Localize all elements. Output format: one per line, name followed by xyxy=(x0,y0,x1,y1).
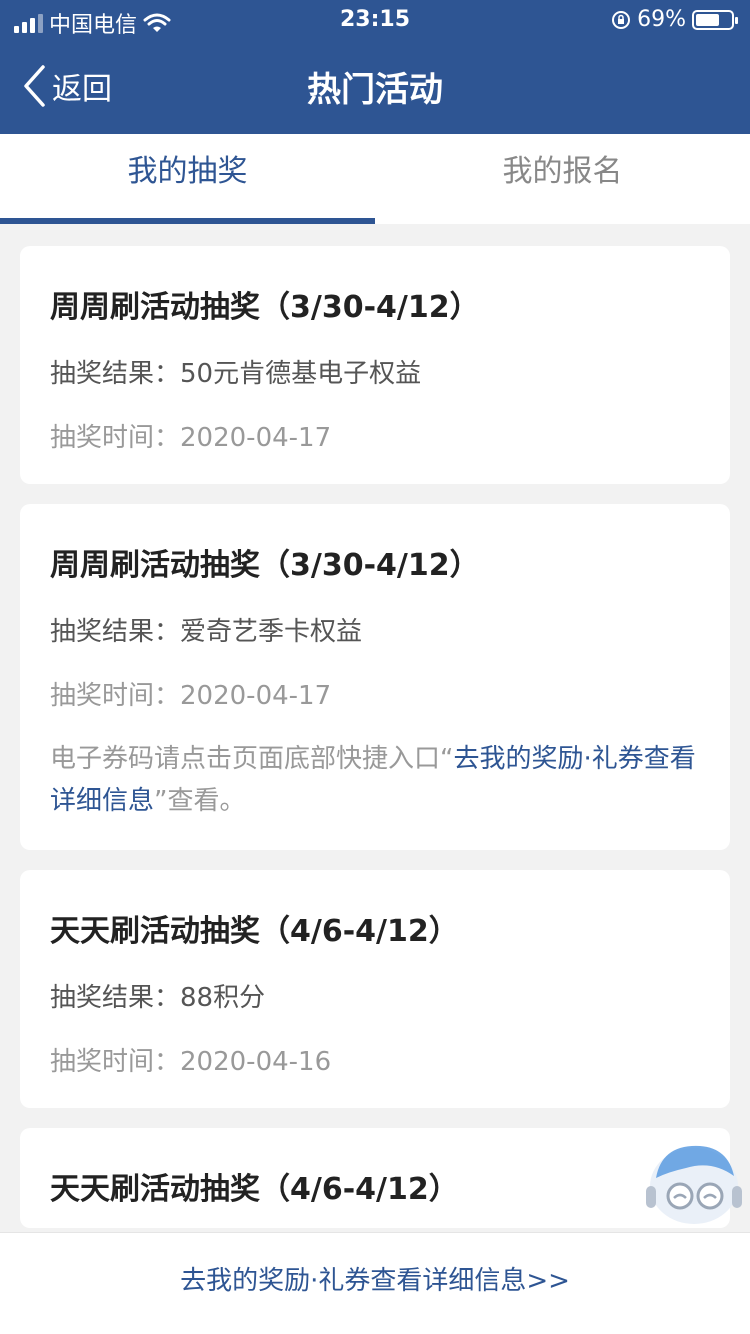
date-row: 抽奖时间：2020-04-17 xyxy=(50,678,700,714)
result-label: 抽奖结果： xyxy=(50,617,181,647)
tab-my-registration[interactable]: 我的报名 xyxy=(375,134,750,224)
date-value: 2020-04-17 xyxy=(180,423,332,453)
lottery-card: 天天刷活动抽奖（4/6-4/12） 抽奖结果：88积分 抽奖时间：2020-04… xyxy=(20,870,730,1108)
result-label: 抽奖结果： xyxy=(50,359,181,389)
rotation-lock-icon xyxy=(612,10,631,29)
card-title: 周周刷活动抽奖（3/30-4/12） xyxy=(50,290,480,325)
date-label: 抽奖时间： xyxy=(50,681,181,711)
tab-my-lottery[interactable]: 我的抽奖 xyxy=(0,134,375,224)
battery-icon xyxy=(692,9,738,30)
note-prefix: 电子券码请点击页面底部快捷入口“ xyxy=(50,744,454,774)
result-row: 抽奖结果：50元肯德基电子权益 xyxy=(50,356,700,392)
rewards-shortcut-button[interactable]: 去我的奖励·礼券查看详细信息>> xyxy=(0,1232,750,1334)
page-title: 热门活动 xyxy=(307,70,443,110)
lottery-list: 周周刷活动抽奖（3/30-4/12） 抽奖结果：50元肯德基电子权益 抽奖时间：… xyxy=(20,246,730,1248)
status-bar: 中国电信 23:15 69% xyxy=(0,0,750,40)
card-title: 周周刷活动抽奖（3/30-4/12） xyxy=(50,548,480,583)
card-title: 天天刷活动抽奖（4/6-4/12） xyxy=(50,1172,459,1207)
date-label: 抽奖时间： xyxy=(50,1047,181,1077)
result-value: 50元肯德基电子权益 xyxy=(180,359,422,389)
battery-percent: 69% xyxy=(637,7,686,32)
date-row: 抽奖时间：2020-04-17 xyxy=(50,420,700,456)
result-row: 抽奖结果：88积分 xyxy=(50,980,700,1016)
date-value: 2020-04-16 xyxy=(180,1047,332,1077)
navigation-bar: 返回 热门活动 xyxy=(0,40,750,134)
date-value: 2020-04-17 xyxy=(180,681,332,711)
tab-bar: 我的抽奖 我的报名 xyxy=(0,134,750,224)
note-suffix: ”查看。 xyxy=(154,786,246,816)
assistant-mascot-icon[interactable] xyxy=(642,1138,746,1228)
date-label: 抽奖时间： xyxy=(50,423,181,453)
lottery-card: 天天刷活动抽奖（4/6-4/12） xyxy=(20,1128,730,1228)
result-row: 抽奖结果：爱奇艺季卡权益 xyxy=(50,614,700,650)
lottery-card: 周周刷活动抽奖（3/30-4/12） 抽奖结果：爱奇艺季卡权益 抽奖时间：202… xyxy=(20,504,730,850)
card-title: 天天刷活动抽奖（4/6-4/12） xyxy=(50,914,459,949)
lottery-card: 周周刷活动抽奖（3/30-4/12） 抽奖结果：50元肯德基电子权益 抽奖时间：… xyxy=(20,246,730,484)
result-value: 爱奇艺季卡权益 xyxy=(180,617,363,647)
result-value: 88积分 xyxy=(180,983,266,1013)
result-label: 抽奖结果： xyxy=(50,983,181,1013)
coupon-note: 电子券码请点击页面底部快捷入口“去我的奖励·礼券查看详细信息”查看。 xyxy=(50,738,700,822)
date-row: 抽奖时间：2020-04-16 xyxy=(50,1044,700,1080)
